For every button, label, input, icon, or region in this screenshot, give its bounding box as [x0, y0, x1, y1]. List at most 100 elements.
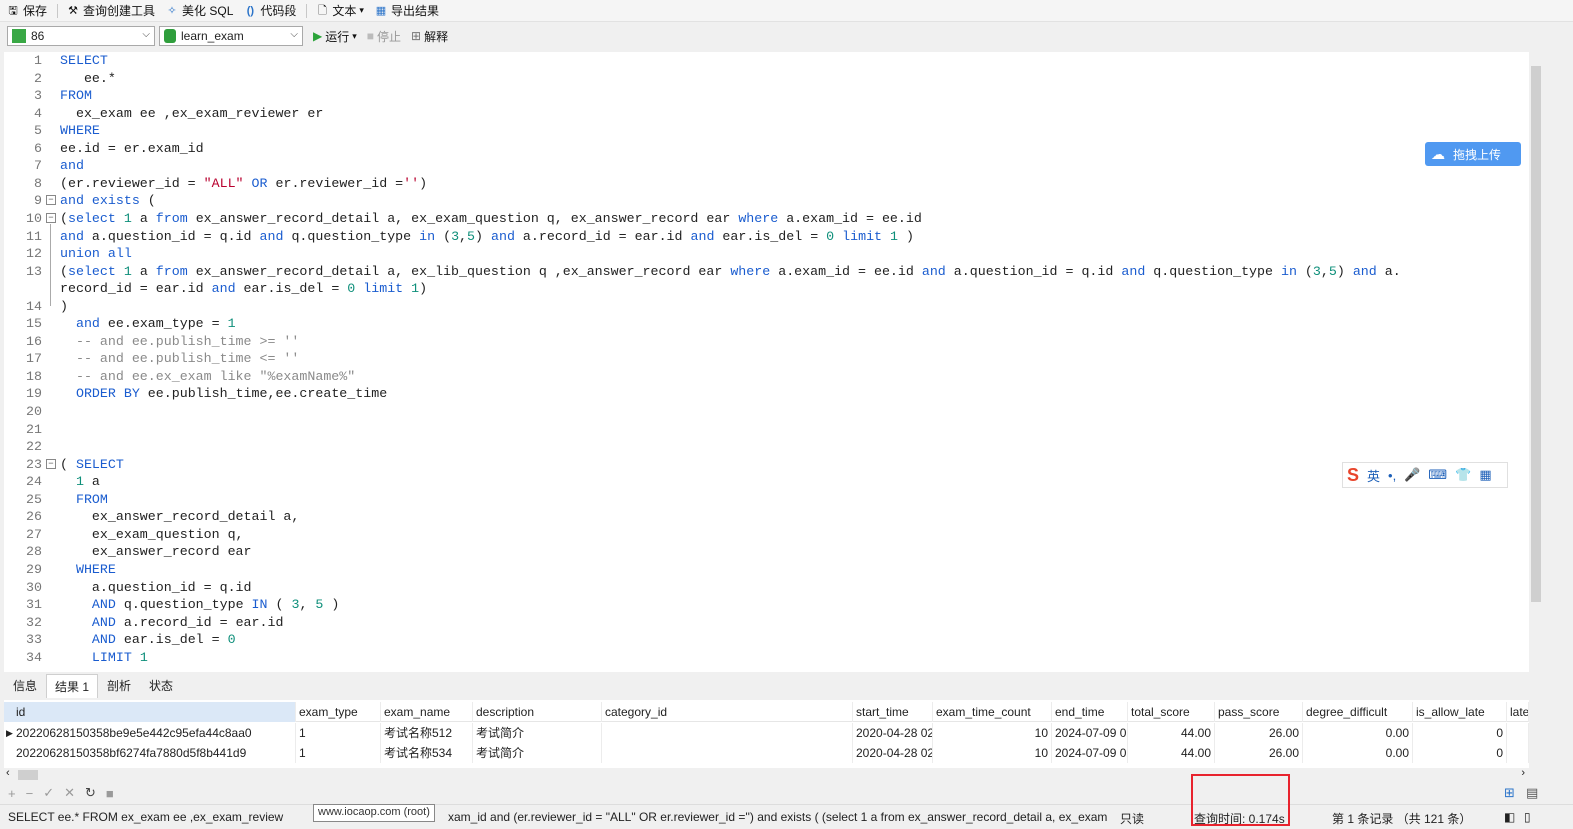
scroll-left-icon[interactable]: ‹ [6, 767, 10, 779]
column-header[interactable]: category_id [602, 702, 853, 722]
table-row[interactable]: 20220628150358be9e5e442c95efa44c8aa0 1 考试名… [4, 723, 1529, 743]
column-header[interactable]: description [473, 702, 602, 722]
row-indicator-icon: ▶ [6, 728, 13, 738]
status-sql-text: SELECT ee.* FROM ex_exam ee ,ex_exam_rev… [8, 810, 284, 824]
table-row[interactable]: 20220628150358bf6274fa7880d5f8b441d9 1 考试名… [4, 743, 1529, 763]
table-cell[interactable]: 0 [1413, 723, 1507, 743]
line-number: 22 [26, 439, 42, 455]
column-header[interactable]: pass_score [1215, 702, 1303, 722]
ime-toolbar[interactable]: S 英 •, 🎤 ⌨ 👕 ▦ [1342, 462, 1508, 488]
table-cell[interactable] [602, 743, 853, 763]
table-cell[interactable]: 20220628150358bf6274fa7880d5f8b441d9 [4, 743, 296, 763]
fold-toggle-icon[interactable]: − [46, 458, 56, 469]
table-cell[interactable] [1507, 743, 1529, 763]
microphone-icon[interactable]: 🎤 [1404, 467, 1420, 483]
column-header[interactable]: exam_name [381, 702, 473, 722]
grid-apps-icon[interactable]: ▦ [1479, 467, 1491, 483]
tab-0[interactable]: 信息 [4, 673, 46, 698]
table-cell[interactable]: 20220628150358be9e5e442c95efa44c8aa0 [4, 723, 296, 743]
query-builder-button[interactable]: ⚒ 查询创建工具 [66, 2, 155, 19]
ime-language-toggle[interactable]: 英 [1367, 466, 1380, 485]
scrollbar-thumb[interactable] [18, 770, 38, 780]
table-cell[interactable]: 考试名称512 [381, 723, 473, 743]
refresh-icon[interactable]: ↻ [85, 785, 96, 801]
add-record-icon[interactable]: + [8, 786, 16, 801]
table-cell[interactable]: 1 [296, 743, 381, 763]
table-cell[interactable]: 0.00 [1303, 723, 1413, 743]
table-cell[interactable]: 10 [933, 743, 1052, 763]
readonly-indicator: 只读 [1120, 812, 1145, 826]
column-header[interactable]: degree_difficult [1303, 702, 1413, 722]
column-header[interactable]: is_allow_late [1413, 702, 1507, 722]
result-grid[interactable]: id exam_type exam_name description category_… [4, 700, 1529, 768]
fold-toggle-icon[interactable]: − [46, 195, 56, 206]
save-button[interactable]: 🖫 保存 [6, 2, 47, 19]
table-cell[interactable]: 44.00 [1128, 723, 1215, 743]
column-header[interactable]: late [1507, 702, 1529, 722]
tab-2[interactable]: 剖析 [98, 673, 140, 698]
table-cell[interactable]: 44.00 [1128, 743, 1215, 763]
column-header[interactable]: total_score [1128, 702, 1215, 722]
table-cell[interactable]: 考试简介 [473, 743, 602, 763]
column-header[interactable]: id [4, 702, 296, 722]
keyboard-icon[interactable]: ⌨ [1428, 467, 1447, 483]
text-button[interactable]: 🗋 文本 ▾ [315, 2, 364, 19]
table-cell[interactable]: 考试简介 [473, 723, 602, 743]
document-icon: 🗋 [317, 4, 327, 17]
line-number: 2 [34, 70, 42, 86]
drag-upload-widget[interactable]: ☁ 拖拽上传 [1425, 142, 1521, 166]
discard-icon[interactable]: ✕ [64, 785, 75, 801]
skin-icon[interactable]: 👕 [1455, 467, 1471, 483]
table-cell[interactable]: 2024-07-09 02 [1052, 743, 1128, 763]
connection-select[interactable]: 86 ⌵ [7, 26, 155, 46]
line-number: 7 [34, 158, 42, 174]
table-cell[interactable]: 10 [933, 723, 1052, 743]
status-bar: SELECT ee.* FROM ex_exam ee ,ex_exam_rev… [0, 804, 1573, 829]
line-number: 8 [34, 175, 42, 191]
table-cell[interactable]: 26.00 [1215, 723, 1303, 743]
column-header[interactable]: end_time [1052, 702, 1128, 722]
form-view-icon[interactable]: ▤ [1526, 785, 1538, 801]
editor-vertical-scrollbar[interactable] [1529, 52, 1543, 672]
snippet-button[interactable]: () 代码段 [243, 2, 297, 19]
apply-icon[interactable]: ✓ [43, 785, 54, 801]
stop-button[interactable]: ■ 停止 [367, 28, 401, 45]
explain-button[interactable]: ⊞ 解释 [411, 28, 448, 45]
run-button[interactable]: ▶ 运行 ▾ [313, 28, 357, 45]
table-cell[interactable] [1507, 723, 1529, 743]
highlight-box [1191, 774, 1290, 826]
panel-toggle-icon[interactable]: ◧ [1504, 810, 1515, 824]
tab-1[interactable]: 结果 1 [46, 674, 99, 698]
line-number: 9 [34, 193, 42, 209]
punctuation-icon[interactable]: •, [1388, 468, 1396, 483]
beautify-sql-button[interactable]: ✧ 美化 SQL [165, 2, 233, 19]
table-cell[interactable]: 1 [296, 723, 381, 743]
table-cell[interactable]: 2020-04-28 02 [853, 723, 933, 743]
column-header[interactable]: exam_type [296, 702, 381, 722]
line-number: 26 [26, 509, 42, 525]
export-icon: ▦ [375, 4, 387, 17]
stop-icon[interactable]: ■ [106, 786, 114, 801]
table-cell[interactable] [602, 723, 853, 743]
fold-toggle-icon[interactable]: − [46, 212, 56, 223]
panel-split-icon[interactable]: ▯ [1524, 810, 1531, 824]
delete-record-icon[interactable]: − [26, 786, 34, 801]
tab-3[interactable]: 状态 [140, 673, 182, 698]
column-header[interactable]: exam_time_count [933, 702, 1052, 722]
table-cell[interactable]: 2020-04-28 02 [853, 743, 933, 763]
export-results-button[interactable]: ▦ 导出结果 [374, 2, 439, 19]
column-header[interactable]: start_time [853, 702, 933, 722]
table-cell[interactable]: 考试名称534 [381, 743, 473, 763]
sql-editor[interactable]: 1 SELECT 2 ee.* 3 FROM 4 ex_exam ee ,ex_exam_… [4, 52, 1529, 672]
line-number: 21 [26, 421, 42, 437]
scroll-right-icon[interactable]: › [1521, 767, 1525, 779]
line-number: 10 [26, 210, 42, 226]
scrollbar-thumb[interactable] [1531, 66, 1541, 602]
grid-view-icon[interactable]: ⊞ [1504, 785, 1515, 801]
table-cell[interactable]: 2024-07-09 02 [1052, 723, 1128, 743]
table-cell[interactable]: 26.00 [1215, 743, 1303, 763]
table-cell[interactable]: 0 [1413, 743, 1507, 763]
grid-horizontal-scrollbar[interactable]: ‹ › [4, 767, 1529, 782]
database-select[interactable]: learn_exam ⌵ [159, 26, 303, 46]
table-cell[interactable]: 0.00 [1303, 743, 1413, 763]
